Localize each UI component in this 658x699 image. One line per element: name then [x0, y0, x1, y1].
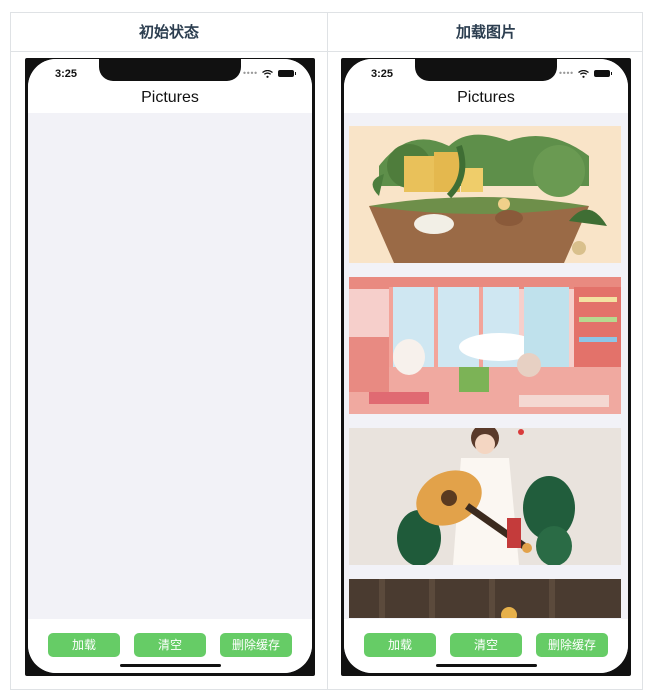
image-pink-room[interactable]	[349, 277, 621, 414]
column-header-initial: 初始状态	[138, 23, 199, 41]
status-bar: 3:25 ••••	[344, 59, 628, 87]
home-indicator	[436, 664, 537, 667]
home-indicator	[120, 664, 221, 667]
nav-title: Pictures	[28, 87, 312, 113]
status-icons: ••••	[558, 69, 612, 78]
nav-title: Pictures	[344, 87, 628, 113]
screen: 3:25 •••• Pictures 加载 清空 删除缓存	[344, 59, 628, 673]
empty-content-area	[28, 113, 312, 618]
battery-icon	[278, 70, 296, 77]
wifi-icon	[578, 69, 589, 78]
image-garden-pot[interactable]	[349, 126, 621, 263]
phone-initial-state: 3:25 •••• Pictures 加载 清空 删除缓存	[25, 58, 315, 676]
status-bar: 3:25 ••••	[28, 59, 312, 87]
load-button[interactable]: 加载	[48, 633, 120, 657]
delete-cache-button[interactable]: 删除缓存	[220, 633, 292, 657]
status-icons: ••••	[242, 69, 296, 78]
column-header-loaded: 加载图片	[455, 23, 516, 41]
notch	[99, 59, 241, 81]
wifi-icon	[262, 69, 273, 78]
delete-cache-button[interactable]: 删除缓存	[536, 633, 608, 657]
image-list	[344, 113, 628, 618]
clear-button[interactable]: 清空	[134, 633, 206, 657]
column-divider	[327, 13, 328, 689]
status-time: 3:25	[55, 68, 78, 80]
notch	[415, 59, 557, 81]
clear-button[interactable]: 清空	[450, 633, 522, 657]
battery-icon	[594, 70, 612, 77]
signal-icon: ••••	[558, 69, 574, 78]
image-girl-guitar[interactable]	[349, 428, 621, 565]
phone-loaded-state: 3:25 •••• Pictures 加载 清空 删除缓存	[341, 58, 631, 676]
screen: 3:25 •••• Pictures 加载 清空 删除缓存	[28, 59, 312, 673]
status-time: 3:25	[371, 68, 394, 80]
signal-icon: ••••	[242, 69, 258, 78]
load-button[interactable]: 加载	[364, 633, 436, 657]
image-partial[interactable]	[349, 579, 621, 618]
